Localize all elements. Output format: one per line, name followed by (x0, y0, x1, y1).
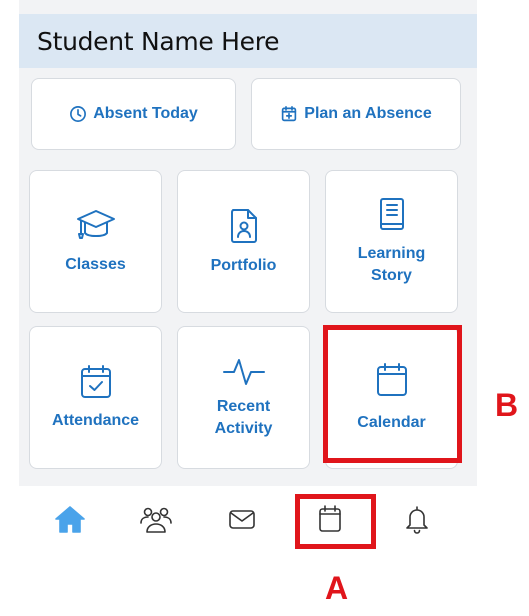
bottom-tab-bar (19, 486, 477, 554)
tab-people[interactable] (139, 502, 173, 536)
tab-messages[interactable] (225, 502, 259, 536)
plan-an-absence-label: Plan an Absence (304, 105, 432, 122)
clock-icon (70, 106, 87, 122)
annotation-marker-b: B (495, 387, 519, 423)
classes-label: Classes (65, 255, 126, 273)
calendar-label: Calendar (357, 413, 426, 431)
portfolio-label: Portfolio (210, 256, 277, 274)
book-icon (379, 197, 404, 230)
learning-story-tile[interactable]: Learning Story (325, 170, 458, 313)
activity-pulse-icon (222, 358, 265, 385)
tab-home[interactable] (53, 502, 87, 536)
calendar-icon (376, 362, 407, 396)
student-header: Student Name Here (19, 14, 477, 68)
calendar-tile[interactable]: Calendar (325, 326, 458, 469)
learning-story-line-1: Learning (357, 244, 426, 262)
app-screen: Student Name Here Absent Today Plan an A… (19, 0, 477, 486)
learning-story-label: Learning Story (358, 243, 426, 287)
graduation-cap-icon (76, 209, 115, 239)
mail-icon (229, 510, 255, 529)
calendar-check-icon (80, 364, 111, 398)
bell-icon (406, 506, 428, 534)
portfolio-document-icon (230, 208, 257, 243)
recent-activity-line-1: Recent (216, 397, 271, 415)
classes-tile[interactable]: Classes (29, 170, 162, 313)
page-title: Student Name Here (37, 27, 280, 56)
learning-story-line-2: Story (371, 266, 412, 284)
recent-activity-tile[interactable]: Recent Activity (177, 326, 310, 469)
portfolio-tile[interactable]: Portfolio (177, 170, 310, 313)
recent-activity-line-2: Activity (214, 419, 273, 437)
people-icon (140, 507, 172, 533)
attendance-tile[interactable]: Attendance (29, 326, 162, 469)
home-icon (55, 506, 85, 533)
recent-activity-label: Recent Activity (215, 396, 273, 440)
tab-calendar[interactable] (313, 502, 347, 536)
attendance-label: Attendance (51, 411, 140, 429)
calendar-icon (319, 505, 341, 532)
tab-notifications[interactable] (400, 502, 434, 536)
plan-an-absence-button[interactable]: Plan an Absence (251, 78, 461, 150)
annotation-marker-a: A (325, 570, 349, 606)
absent-today-button[interactable]: Absent Today (31, 78, 236, 150)
calendar-plus-icon (282, 106, 297, 122)
absent-today-label: Absent Today (93, 105, 198, 122)
